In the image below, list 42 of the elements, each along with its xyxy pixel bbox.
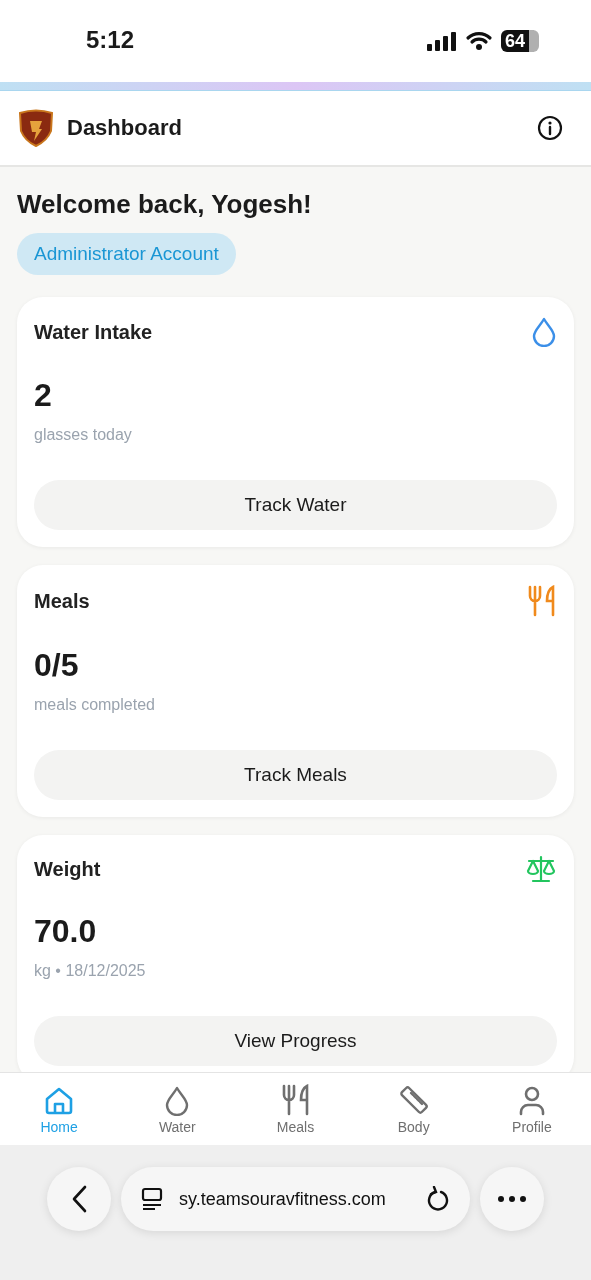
more-dots-icon [498, 1196, 526, 1202]
water-drop-icon [164, 1086, 191, 1116]
nav-tab[interactable]: Water [118, 1073, 237, 1145]
balance-scale-icon [525, 855, 557, 883]
stat-caption: meals completed [34, 696, 156, 714]
cellular-signal-icon [427, 31, 457, 51]
more-button[interactable] [480, 1167, 544, 1231]
card-title: Weight [34, 857, 101, 881]
back-chevron-icon [71, 1185, 87, 1213]
nav-tab[interactable]: Profile [472, 1073, 591, 1145]
ruler-icon [397, 1084, 430, 1116]
welcome-heading: Welcome back, Yogesh! [17, 189, 313, 220]
water-drop-icon [531, 317, 557, 347]
page-title: Dashboard [67, 115, 183, 141]
utensils-icon [527, 585, 557, 617]
info-icon[interactable] [537, 115, 563, 141]
card-title: Water Intake [34, 320, 153, 344]
reload-icon[interactable] [426, 1186, 450, 1212]
wifi-icon [465, 31, 493, 51]
track-button[interactable]: Track Meals [34, 750, 557, 800]
card-title: Meals [34, 589, 90, 613]
address-bar[interactable]: sy.teamsouravfitness.com [121, 1167, 470, 1231]
back-button[interactable] [47, 1167, 111, 1231]
nav-tab[interactable]: Meals [236, 1073, 355, 1145]
home-icon [44, 1086, 75, 1116]
stat-value: 2 [34, 377, 53, 414]
battery-icon: 64 [501, 30, 539, 52]
track-button[interactable]: Track Water [34, 480, 557, 530]
utensils-icon [280, 1084, 311, 1116]
url-text: sy.teamsouravfitness.com [179, 1188, 387, 1210]
role-badge: Administrator Account [17, 233, 236, 275]
clock-time: 5:12 [86, 25, 135, 54]
nav-tab[interactable]: Home [0, 1073, 119, 1145]
track-button[interactable]: View Progress [34, 1016, 557, 1066]
stat-value: 70.0 [34, 913, 98, 950]
person-icon [517, 1086, 546, 1116]
tab-overview-icon [141, 1187, 163, 1211]
stat-caption: glasses today [34, 426, 133, 444]
shield-logo-icon [18, 109, 54, 147]
stat-value: 0/5 [34, 647, 80, 684]
nav-tab[interactable]: Body [354, 1073, 473, 1145]
stat-caption: kg • 18/12/2025 [34, 962, 147, 980]
